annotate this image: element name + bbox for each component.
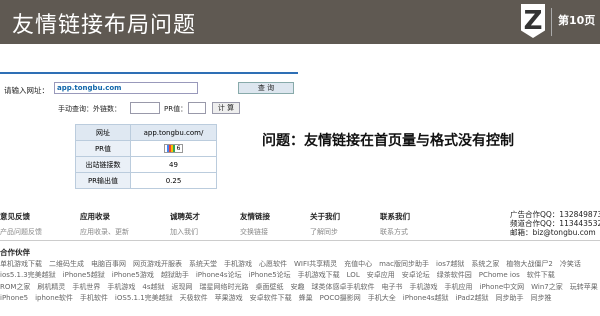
footer-col-feedback: 意见反馈产品问题反馈 xyxy=(0,211,42,237)
pagerank-badge: 6 xyxy=(163,144,184,153)
footer-sublink[interactable]: 产品问题反馈 xyxy=(0,227,42,237)
table-row: 出站链接数 49 xyxy=(75,156,217,173)
footer-divider xyxy=(0,240,600,241)
table-row: PR值 6 xyxy=(75,140,217,157)
pr-value: 6 xyxy=(176,145,181,152)
row-value: 0.25 xyxy=(130,172,217,189)
footer-sublink[interactable]: 加入我们 xyxy=(170,227,200,237)
question-text: 问题：友情链接在首页量与格式没有控制 xyxy=(262,133,514,149)
footer-link[interactable]: 诚聘英才 xyxy=(170,211,200,222)
google-icon xyxy=(166,145,175,152)
partner-links-line[interactable]: iPhone5 iphone软件 手机软件 iOS5.1.1完美越狱 天极软件 … xyxy=(0,293,600,305)
slide-header: 友情链接布局问题 Z 第10页 xyxy=(0,0,600,44)
footer-sublink[interactable]: 联系方式 xyxy=(380,227,410,237)
contact-email[interactable]: 邮箱：biz@tongbu.com xyxy=(510,228,600,237)
partner-links-line[interactable]: ios5.1.3完美越狱 iPhone5越狱 iPhone5游戏 越狱助手 iP… xyxy=(0,270,600,282)
row-value: 49 xyxy=(130,156,217,173)
result-table: 网址 app.tongbu.com/ PR值 6 出站链接数 49 PR输出值 0.25 xyxy=(75,124,217,189)
manual-label: 手动查询：外链数： xyxy=(58,105,121,113)
contact-info: 广告合作QQ：1328498737 频道合作QQ：1134435324 邮箱：b… xyxy=(510,210,600,237)
table-row: 网址 app.tongbu.com/ xyxy=(75,124,217,141)
footer-link[interactable]: 友情链接 xyxy=(240,211,270,222)
footer-link[interactable]: 意见反馈 xyxy=(0,211,42,222)
row-value: app.tongbu.com/ xyxy=(130,124,217,141)
partner-links-line[interactable]: ROM之家 刷机精灵 手机世界 手机游戏 4s越狱 返现网 瑞星网络时光路 桌面… xyxy=(0,282,600,294)
logo-icon: Z xyxy=(521,4,545,38)
outlink-count-input[interactable] xyxy=(130,102,160,114)
footer-sublink[interactable]: 应用收录、更新 xyxy=(80,227,129,237)
row-key: PR值 xyxy=(75,140,131,157)
pr-input[interactable] xyxy=(188,102,206,114)
channel-qq: 频道合作QQ：1134435324 xyxy=(510,219,600,228)
footer-sublink[interactable]: 了解同步 xyxy=(310,227,340,237)
footer-col-contact: 联系我们 联系方式 xyxy=(380,211,410,237)
row-value: 6 xyxy=(130,140,217,157)
footer-link[interactable]: 应用收录 xyxy=(80,211,129,222)
footer-col-about: 关于我们 了解同步 xyxy=(310,211,340,237)
row-key: PR输出值 xyxy=(75,172,131,189)
url-label: 请输入网址： xyxy=(4,86,49,95)
pr-label: PR值： xyxy=(164,105,188,113)
slide-title: 友情链接布局问题 xyxy=(12,13,197,38)
footer-link[interactable]: 关于我们 xyxy=(310,211,340,222)
query-button[interactable]: 查 询 xyxy=(238,82,294,94)
footer-col-jobs: 诚聘英才 加入我们 xyxy=(170,211,200,237)
footer-sublink[interactable]: 交换链接 xyxy=(240,227,270,237)
footer-col-apps: 应用收录应用收录、更新 xyxy=(80,211,129,237)
header-divider xyxy=(551,8,552,36)
page-number: 第10页 xyxy=(558,14,596,27)
partner-links-line[interactable]: 单机游戏下载 二维码生成 电脑百事网 网页游戏开服表 系统天堂 手机游戏 心愿软… xyxy=(0,259,600,271)
partner-links: 合作伙伴 单机游戏下载 二维码生成 电脑百事网 网页游戏开服表 系统天堂 手机游… xyxy=(0,247,600,305)
url-input[interactable]: app.tongbu.com xyxy=(54,82,198,94)
tool-top-bar xyxy=(0,72,298,74)
footer-link[interactable]: 联系我们 xyxy=(380,211,410,222)
partners-heading: 合作伙伴 xyxy=(0,248,30,257)
row-key: 网址 xyxy=(75,124,131,141)
table-row: PR输出值 0.25 xyxy=(75,172,217,189)
row-key: 出站链接数 xyxy=(75,156,131,173)
ad-qq: 广告合作QQ：1328498737 xyxy=(510,210,600,219)
footer-col-links: 友情链接 交换链接 xyxy=(240,211,270,237)
calculate-button[interactable]: 计 算 xyxy=(212,102,240,114)
